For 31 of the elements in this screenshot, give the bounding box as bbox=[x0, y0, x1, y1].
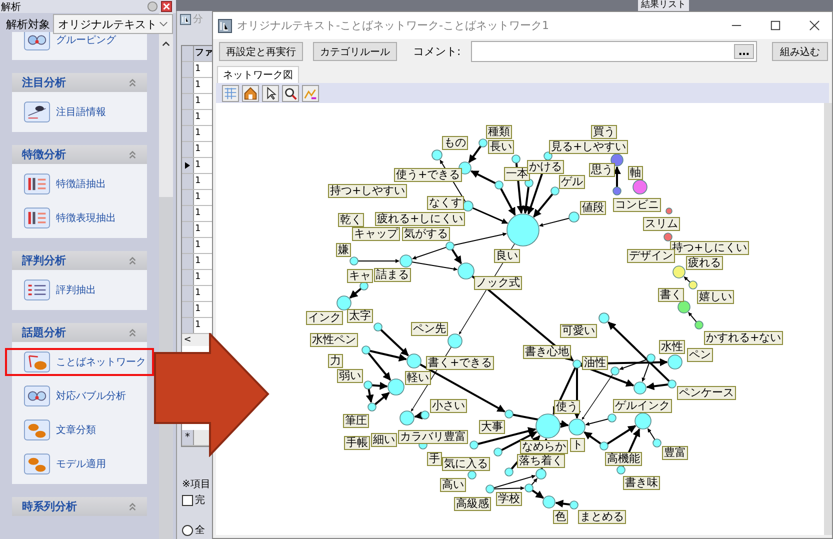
note-text: ※項目 bbox=[182, 478, 212, 491]
table-cell-text: 1 bbox=[194, 159, 202, 172]
table-cell-text: 1 bbox=[194, 303, 202, 316]
table-cell-text: 1 bbox=[194, 63, 202, 76]
checkbox-label: 完 bbox=[195, 494, 205, 507]
window-title: オリジナルテキスト-ことばネットワーク-ことばネットワーク1 bbox=[237, 18, 549, 33]
table-cell-text: 1 bbox=[194, 143, 202, 156]
group-title: 時系列分析 bbox=[22, 499, 77, 514]
table-cell-text: 1 bbox=[194, 111, 202, 124]
table-cell-text: 1 bbox=[194, 207, 202, 220]
table-cell-text: 1 bbox=[194, 271, 202, 284]
table-cell-text: 1 bbox=[194, 255, 202, 268]
table-cell-text: 1 bbox=[194, 175, 202, 188]
comment-label: コメント: bbox=[413, 44, 461, 59]
table-cell-text: 1 bbox=[194, 287, 202, 300]
table-cell-text: 1 bbox=[194, 79, 202, 92]
table-cell-text: 1 bbox=[194, 95, 202, 108]
table-cell-text: 1 bbox=[194, 319, 202, 332]
table-cell-text: 1 bbox=[194, 191, 202, 204]
table-cell-text: 1 bbox=[194, 127, 202, 140]
radio-label: 全 bbox=[195, 524, 205, 537]
table-cell-text: 1 bbox=[194, 223, 202, 236]
panel-title: 解析 bbox=[1, 0, 21, 14]
table-cell-text: 1 bbox=[194, 239, 202, 252]
new-row-marker: * bbox=[182, 430, 194, 445]
group-title: 特徴分析 bbox=[22, 147, 66, 162]
group-title: 評判分析 bbox=[22, 253, 66, 268]
group-title: 注目分析 bbox=[22, 75, 66, 90]
window-title: 分 bbox=[193, 13, 203, 26]
result-list-title: 結果リスト bbox=[638, 0, 689, 11]
group-title: 話題分析 bbox=[22, 325, 66, 340]
